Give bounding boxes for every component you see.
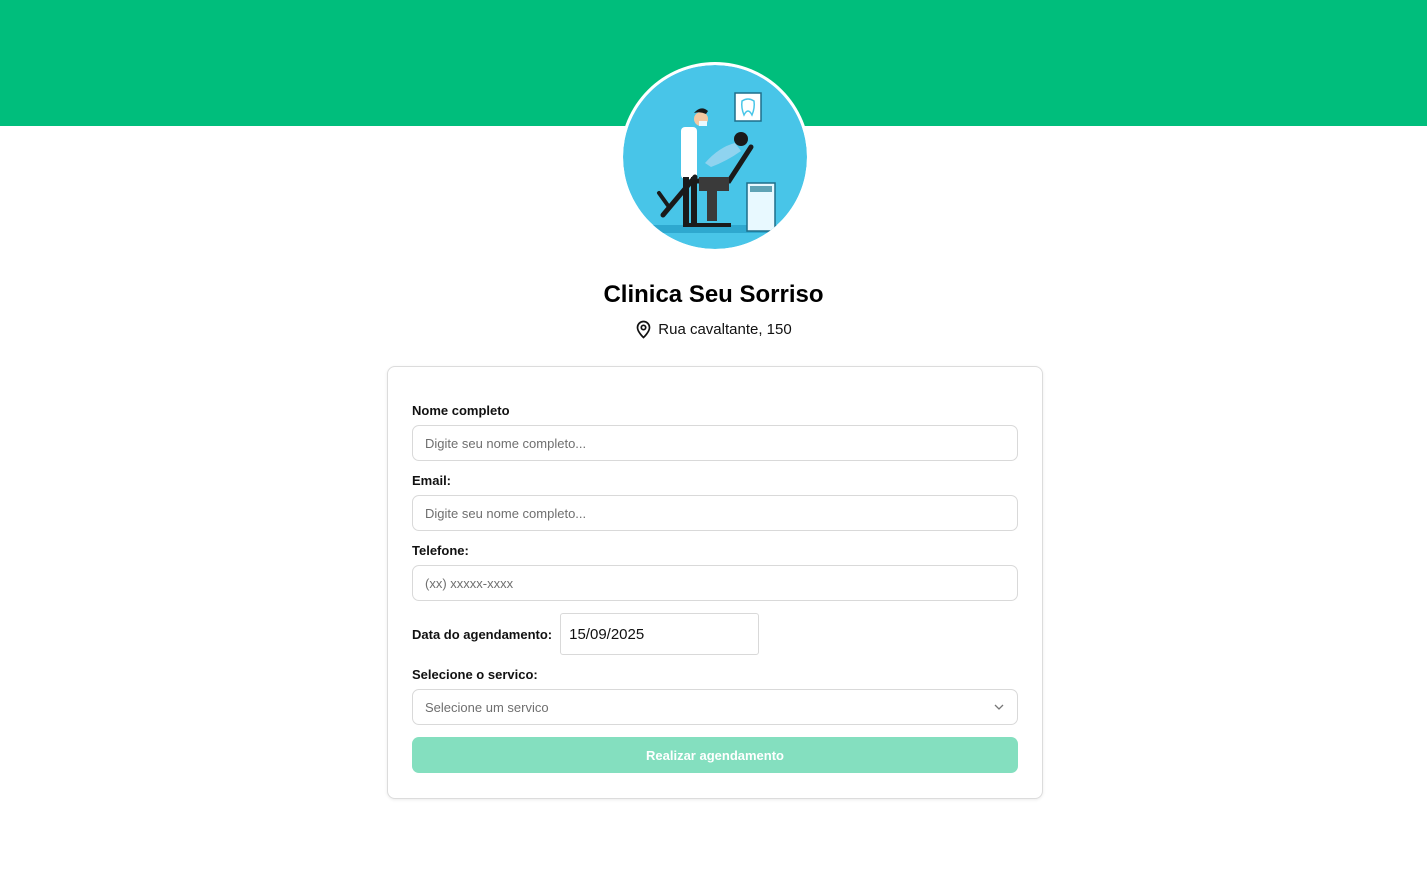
date-row: Data do agendamento: 15/09/2025 [412, 613, 760, 655]
map-pin-icon [636, 320, 651, 339]
email-input[interactable] [412, 495, 1018, 531]
submit-button[interactable]: Realizar agendamento [412, 737, 1018, 773]
service-label: Selecione o servico: [412, 667, 538, 682]
clinic-address: Rua cavaltante, 150 [0, 320, 1427, 339]
date-input[interactable]: 15/09/2025 [560, 613, 760, 655]
name-input[interactable] [412, 425, 1018, 461]
clinic-name: Clinica Seu Sorriso [603, 281, 824, 308]
booking-form: Nome completo Email: Telefone: Data do a… [387, 366, 1043, 799]
name-label: Nome completo [412, 403, 510, 418]
date-label: Data do agendamento: [412, 626, 553, 642]
chevron-down-icon [994, 704, 1004, 710]
phone-input[interactable] [412, 565, 1018, 601]
dentist-illustration-icon [623, 65, 807, 249]
clinic-avatar [620, 62, 810, 252]
email-label: Email: [412, 473, 452, 488]
date-value: 15/09/2025 [569, 625, 645, 643]
phone-label: Telefone: [412, 543, 469, 558]
service-select[interactable]: Selecione um servico [412, 689, 1018, 725]
service-placeholder: Selecione um servico [425, 699, 549, 715]
address-text: Rua cavaltante, 150 [658, 321, 792, 338]
